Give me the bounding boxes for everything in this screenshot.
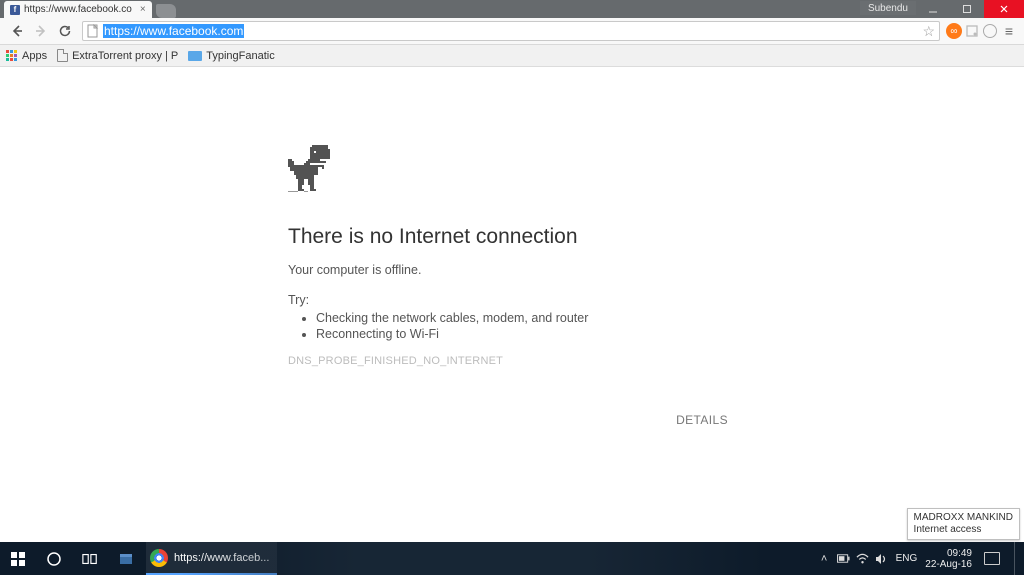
apps-shortcut[interactable]: Apps (6, 50, 47, 62)
address-bar[interactable]: https://www.facebook.com ☆ (82, 21, 940, 41)
bookmark-extratorrent[interactable]: ExtraTorrent proxy | P (57, 49, 178, 62)
chrome-icon (150, 549, 168, 567)
extension-orange-icon[interactable]: ∞ (946, 23, 962, 39)
tray-wifi-icon[interactable] (856, 552, 869, 565)
taskbar-language[interactable]: ENG (896, 553, 918, 564)
bookmarks-bar: Apps ExtraTorrent proxy | P TypingFanati… (0, 45, 1024, 67)
offline-error-block: There is no Internet connection Your com… (288, 145, 728, 367)
action-center-icon[interactable] (984, 552, 1000, 565)
tray-volume-icon[interactable] (875, 552, 888, 565)
error-tip: Reconnecting to Wi-Fi (316, 327, 728, 341)
window-close-button[interactable] (984, 0, 1024, 18)
bookmark-label: TypingFanatic (206, 50, 274, 62)
show-desktop-button[interactable] (1014, 542, 1020, 575)
windows-taskbar: https://www.faceb... ˄ ENG 09:49 22-Aug-… (0, 542, 1024, 575)
forward-button[interactable] (30, 20, 52, 42)
tooltip-status: Internet access (914, 524, 1013, 536)
taskbar-time: 09:49 (925, 548, 972, 559)
browser-tab[interactable]: f https://www.facebook.co × (4, 1, 152, 18)
bookmark-star-icon[interactable]: ☆ (922, 23, 935, 40)
chrome-menu-button[interactable]: ≡ (1000, 23, 1018, 39)
extension-globe-icon[interactable] (982, 23, 998, 39)
page-content: There is no Internet connection Your com… (0, 67, 1024, 542)
page-icon (57, 49, 68, 62)
apps-grid-icon (6, 50, 18, 62)
error-subtitle: Your computer is offline. (288, 263, 728, 277)
taskbar-right: ˄ ENG 09:49 22-Aug-16 (818, 542, 1024, 575)
system-tray[interactable]: ˄ (818, 552, 888, 565)
taskbar-clock[interactable]: 09:49 22-Aug-16 (925, 548, 972, 570)
error-tip: Checking the network cables, modem, and … (316, 311, 728, 325)
tray-chevron-icon[interactable]: ˄ (818, 552, 831, 565)
pinned-app-icon[interactable] (108, 542, 144, 575)
details-button[interactable]: DETAILS (676, 413, 728, 427)
cortana-search-button[interactable] (36, 542, 72, 575)
network-tooltip: MADROXX MANKIND Internet access (907, 508, 1020, 540)
mail-icon (188, 51, 202, 61)
dino-icon[interactable] (288, 145, 332, 193)
task-view-button[interactable] (72, 542, 108, 575)
error-tips-list: Checking the network cables, modem, and … (288, 311, 728, 341)
window-controls (916, 0, 1024, 18)
facebook-favicon-icon: f (10, 5, 20, 15)
error-title: There is no Internet connection (288, 225, 728, 249)
extension-square-icon[interactable] (964, 23, 980, 39)
address-url: https://www.facebook.com (103, 24, 244, 38)
bookmark-label: ExtraTorrent proxy | P (72, 50, 178, 62)
reload-button[interactable] (54, 20, 76, 42)
taskbar-chrome-label: https://www.faceb... (174, 552, 269, 564)
start-button[interactable] (0, 542, 36, 575)
taskbar-chrome-task[interactable]: https://www.faceb... (146, 542, 277, 575)
site-info-icon[interactable] (87, 24, 99, 38)
taskbar-date: 22-Aug-16 (925, 559, 972, 570)
error-try-label: Try: (288, 293, 728, 307)
tooltip-ssid: MADROXX MANKIND (914, 512, 1013, 524)
browser-toolbar: https://www.facebook.com ☆ ∞ ≡ (0, 18, 1024, 45)
tab-strip: f https://www.facebook.co × (0, 0, 860, 18)
error-code: DNS_PROBE_FINISHED_NO_INTERNET (288, 355, 728, 367)
apps-label: Apps (22, 50, 47, 62)
chrome-profile-badge[interactable]: Subendu (860, 1, 916, 15)
tray-battery-icon[interactable] (837, 552, 850, 565)
taskbar-left: https://www.faceb... (0, 542, 277, 575)
tab-title: https://www.facebook.co (24, 4, 132, 15)
tab-close-icon[interactable]: × (140, 4, 146, 15)
window-minimize-button[interactable] (916, 0, 950, 18)
window-maximize-button[interactable] (950, 0, 984, 18)
window-titlebar: f https://www.facebook.co × Subendu (0, 0, 1024, 18)
new-tab-button[interactable] (156, 4, 176, 18)
back-button[interactable] (6, 20, 28, 42)
bookmark-typingfanatic[interactable]: TypingFanatic (188, 50, 274, 62)
